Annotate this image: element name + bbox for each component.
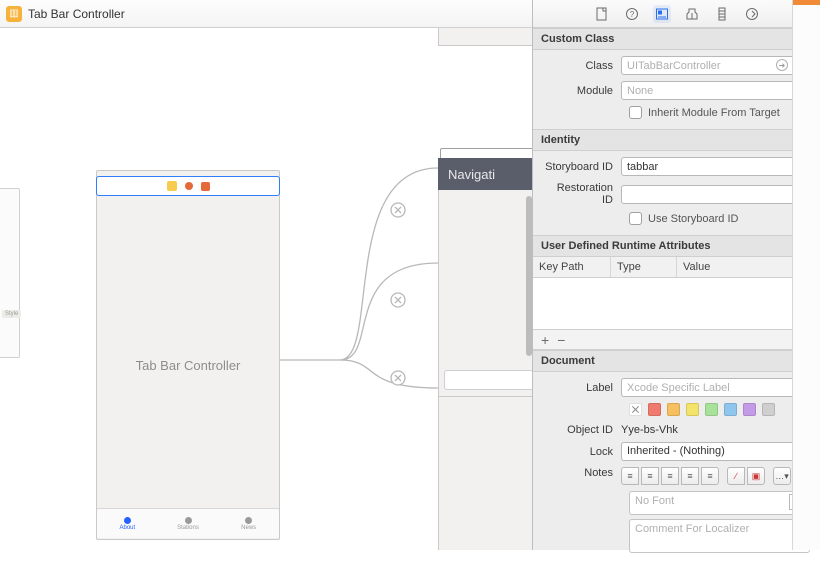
scene-icon — [167, 181, 177, 191]
offscreen-scene-left — [0, 188, 20, 358]
tab-stations[interactable]: Stations — [158, 509, 219, 538]
text-color-button[interactable]: ∕ — [727, 467, 745, 485]
swatch-orange[interactable] — [667, 403, 680, 416]
class-jump-icon[interactable]: ➜ — [776, 59, 788, 71]
controller-icon: ▥ — [6, 6, 22, 22]
align-left-button[interactable]: ≡ — [621, 467, 639, 485]
identity-header: Identity — [533, 129, 820, 151]
module-field[interactable] — [621, 81, 796, 100]
swatch-purple[interactable] — [743, 403, 756, 416]
class-label: Class — [543, 60, 621, 72]
object-id-label: Object ID — [543, 424, 621, 436]
urda-columns: Key Path Type Value — [533, 257, 820, 278]
swatch-green[interactable] — [705, 403, 718, 416]
tab-label: Stations — [177, 525, 199, 531]
align-center-button[interactable]: ≡ — [641, 467, 659, 485]
identity-inspector-panel: ? Custom Class Class ➜ Module Inherit Mo… — [533, 0, 820, 550]
quick-help-tab[interactable]: ? — [623, 5, 641, 23]
font-placeholder: No Font — [635, 495, 674, 507]
notes-toolbar: ≡ ≡ ≡ ≡ ≡ ∕ ▣ …▾ — [621, 467, 791, 485]
inherit-module-label: Inherit Module From Target — [648, 107, 780, 119]
storyboard-id-field[interactable] — [621, 157, 810, 176]
offscreen-scenes-right: Navigati — [438, 28, 532, 408]
identity-inspector-tab[interactable] — [653, 5, 671, 23]
lock-label: Lock — [543, 446, 621, 458]
align-justify-button[interactable]: ≡ — [681, 467, 699, 485]
right-gutter — [792, 0, 820, 550]
bg-color-button[interactable]: ▣ — [747, 467, 765, 485]
swatch-yellow[interactable] — [686, 403, 699, 416]
swatch-blue[interactable] — [724, 403, 737, 416]
urda-col-type[interactable]: Type — [611, 257, 677, 277]
notes-label: Notes — [543, 467, 621, 479]
tab-about[interactable]: About — [97, 509, 158, 538]
label-color-swatches — [543, 403, 810, 416]
localizer-comment-field[interactable]: Comment For Localizer — [629, 519, 810, 553]
swatch-red[interactable] — [648, 403, 661, 416]
svg-text:?: ? — [629, 10, 634, 19]
notes-font-field[interactable]: No Font T — [629, 491, 810, 515]
urda-table[interactable] — [533, 278, 820, 330]
urda-remove-button[interactable]: − — [557, 332, 565, 348]
exit-icon — [201, 182, 210, 191]
tab-news[interactable]: News — [218, 509, 279, 538]
offscreen-scene-badge: Style — [2, 310, 21, 318]
urda-header: User Defined Runtime Attributes — [533, 235, 820, 257]
urda-col-keypath[interactable]: Key Path — [533, 257, 611, 277]
swatch-none[interactable] — [629, 403, 642, 416]
path-title[interactable]: Tab Bar Controller — [28, 7, 125, 21]
file-inspector-tab[interactable] — [593, 5, 611, 23]
lock-select[interactable]: Inherited - (Nothing) — [621, 442, 794, 461]
custom-class-header: Custom Class — [533, 28, 820, 50]
tab-label: About — [119, 525, 135, 531]
inspector-tab-bar: ? — [533, 0, 820, 28]
nav-bar-title-cutoff: Navigati — [448, 167, 495, 182]
scene-title-label: Tab Bar Controller — [96, 358, 280, 373]
restoration-id-label: Restoration ID — [543, 182, 621, 206]
orange-accent-bar — [793, 0, 820, 5]
align-right-button[interactable]: ≡ — [661, 467, 679, 485]
tab-bar[interactable]: About Stations News — [97, 508, 279, 538]
size-inspector-tab[interactable] — [713, 5, 731, 23]
comment-placeholder: Comment For Localizer — [635, 523, 749, 535]
use-storyboard-id-checkbox[interactable] — [629, 212, 642, 225]
swatch-gray[interactable] — [762, 403, 775, 416]
doc-label-label: Label — [543, 382, 621, 394]
notes-more-button[interactable]: …▾ — [773, 467, 791, 485]
document-header: Document — [533, 350, 820, 372]
attributes-inspector-tab[interactable] — [683, 5, 701, 23]
inherit-module-checkbox[interactable] — [629, 106, 642, 119]
urda-add-button[interactable]: + — [541, 332, 549, 348]
scene-selection-bar[interactable] — [96, 176, 280, 196]
restoration-id-field[interactable] — [621, 185, 810, 204]
tabbar-controller-scene[interactable] — [96, 170, 280, 540]
object-id-value: Yye-bs-Vhk — [621, 424, 678, 436]
tab-label: News — [241, 525, 256, 531]
first-responder-icon — [185, 182, 193, 190]
use-storyboard-id-label: Use Storyboard ID — [648, 213, 738, 225]
align-natural-button[interactable]: ≡ — [701, 467, 719, 485]
storyboard-canvas[interactable]: Style Tab Bar Controller About Stations … — [0, 28, 532, 550]
connections-inspector-tab[interactable] — [743, 5, 761, 23]
doc-label-field[interactable] — [621, 378, 810, 397]
module-label: Module — [543, 85, 621, 97]
class-field[interactable] — [621, 56, 794, 75]
storyboard-id-label: Storyboard ID — [543, 161, 621, 173]
